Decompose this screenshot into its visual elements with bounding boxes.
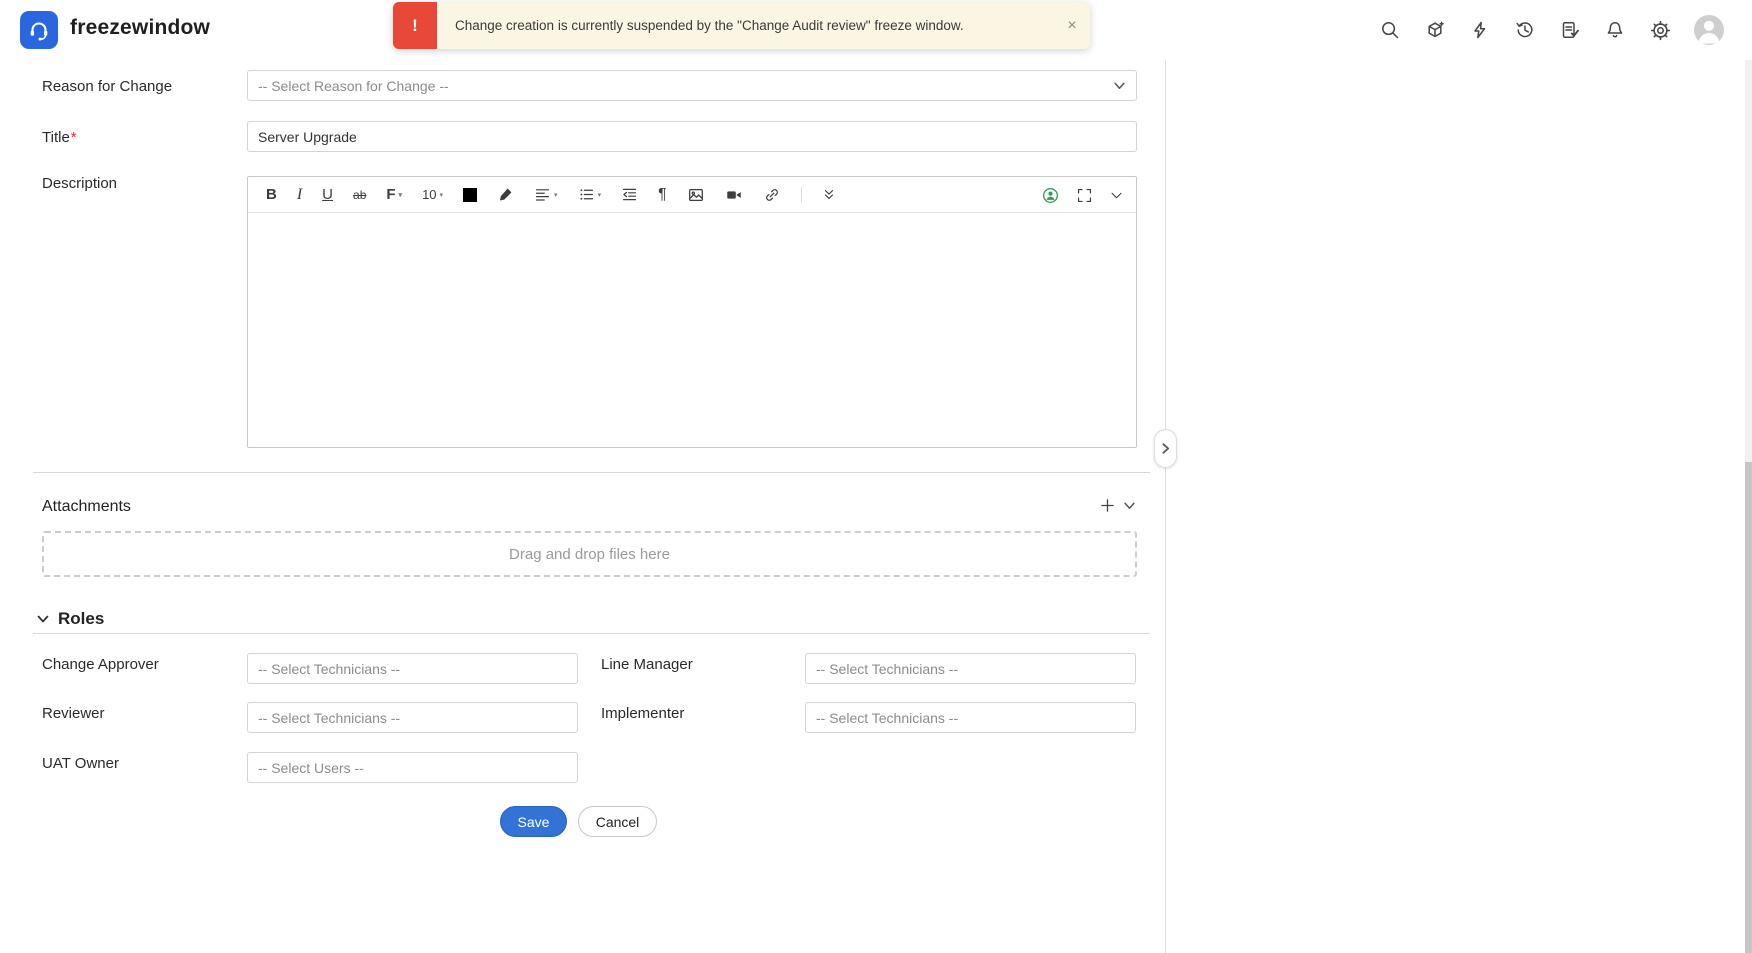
chevron-down-icon[interactable] <box>1109 183 1124 207</box>
title-input[interactable] <box>247 121 1137 152</box>
roles-title: Roles <box>58 609 105 628</box>
attachments-title: Attachments <box>42 498 131 515</box>
underline-button[interactable]: U <box>322 183 333 207</box>
alert-message: Change creation is currently suspended b… <box>455 18 964 33</box>
highlight-button[interactable] <box>497 183 514 207</box>
description-textarea[interactable] <box>248 213 1136 447</box>
change-approver-label: Change Approver <box>42 656 159 673</box>
uat-owner-label: UAT Owner <box>42 755 119 772</box>
list-button[interactable]: ▾ <box>578 183 602 207</box>
description-label: Description <box>42 175 118 192</box>
font-family-label: F <box>386 186 396 203</box>
quick-actions-icon[interactable] <box>1469 19 1491 41</box>
app-title: freezewindow <box>70 16 211 39</box>
caret-down-icon: ▾ <box>439 191 444 199</box>
cancel-button[interactable]: Cancel <box>578 806 657 837</box>
panel-collapse-button[interactable] <box>1154 429 1177 468</box>
font-color-swatch <box>463 187 478 202</box>
insert-video-icon[interactable] <box>725 183 743 207</box>
attachments-tools <box>1100 498 1136 513</box>
history-icon[interactable] <box>1514 19 1536 41</box>
dropzone-text: Drag and drop files here <box>509 545 670 563</box>
caret-down-icon: ▾ <box>398 191 403 199</box>
editor-toolbar-right <box>1041 177 1124 213</box>
settings-icon[interactable] <box>1649 19 1671 41</box>
bold-button[interactable]: B <box>266 183 277 207</box>
strikethrough-button[interactable]: ab <box>353 183 366 207</box>
freeze-window-alert: ! Change creation is currently suspended… <box>393 2 1090 49</box>
reason-for-change-label: Reason for Change <box>42 78 173 95</box>
right-panel-divider <box>1165 60 1166 953</box>
chevron-down-icon[interactable] <box>1123 499 1136 512</box>
notifications-icon[interactable] <box>1604 19 1626 41</box>
user-avatar[interactable] <box>1694 15 1724 45</box>
font-size-button[interactable]: 10 ▾ <box>422 183 443 207</box>
description-editor: B I U ab F ▾ 10 ▾ ▾ ▾ ¶ <box>247 176 1137 448</box>
search-icon[interactable] <box>1379 19 1401 41</box>
section-divider <box>33 472 1150 473</box>
alert-exclamation-icon: ! <box>393 2 437 49</box>
attachments-dropzone[interactable]: Drag and drop files here <box>42 531 1137 577</box>
headset-logo-icon <box>30 22 48 41</box>
add-attachment-icon[interactable] <box>1100 498 1115 513</box>
insert-user-icon[interactable] <box>1041 183 1060 207</box>
fullscreen-icon[interactable] <box>1076 183 1093 207</box>
line-manager-select[interactable] <box>805 653 1136 684</box>
paragraph-button[interactable]: ¶ <box>658 183 667 207</box>
implementer-select[interactable] <box>805 702 1136 733</box>
reviewer-select[interactable] <box>247 702 578 733</box>
header-icon-bar <box>1379 0 1724 60</box>
reason-for-change-select[interactable]: -- Select Reason for Change -- <box>247 70 1137 101</box>
editor-toolbar: B I U ab F ▾ 10 ▾ ▾ ▾ ¶ <box>248 177 1136 213</box>
scrollbar-thumb[interactable] <box>1745 462 1752 953</box>
reviewer-label: Reviewer <box>42 705 105 722</box>
align-button[interactable]: ▾ <box>534 183 558 207</box>
italic-button[interactable]: I <box>297 183 302 207</box>
explore-icon[interactable] <box>1424 19 1446 41</box>
font-color-button[interactable] <box>463 183 478 207</box>
font-family-button[interactable]: F ▾ <box>386 183 402 207</box>
roles-divider <box>33 633 1150 634</box>
page: freezewindow ! Change creation is curren… <box>0 0 1752 953</box>
line-manager-label: Line Manager <box>601 656 693 673</box>
roles-section-toggle[interactable]: Roles <box>36 609 104 629</box>
insert-link-icon[interactable] <box>763 183 781 207</box>
alert-close-icon[interactable]: × <box>1054 17 1090 35</box>
outdent-button[interactable] <box>621 183 638 207</box>
caret-down-icon: ▾ <box>597 191 602 199</box>
chevron-right-icon <box>1162 443 1170 454</box>
insert-image-icon[interactable] <box>687 183 705 207</box>
required-asterisk: * <box>70 129 77 146</box>
reason-for-change-placeholder: -- Select Reason for Change -- <box>258 77 449 94</box>
title-label-text: Title <box>42 129 70 146</box>
change-approver-select[interactable] <box>247 653 578 684</box>
uat-owner-select[interactable] <box>247 752 578 783</box>
save-button[interactable]: Save <box>500 806 567 837</box>
caret-down-icon: ▾ <box>554 191 558 199</box>
title-label: Title* <box>42 129 77 146</box>
toolbar-separator <box>800 186 802 203</box>
font-size-label: 10 <box>422 187 437 202</box>
app-logo[interactable] <box>20 11 58 49</box>
approvals-icon[interactable] <box>1559 19 1581 41</box>
more-formats-icon[interactable] <box>822 183 836 207</box>
chevron-down-icon <box>1114 82 1125 89</box>
chevron-down-icon <box>37 615 49 623</box>
implementer-label: Implementer <box>601 705 685 722</box>
